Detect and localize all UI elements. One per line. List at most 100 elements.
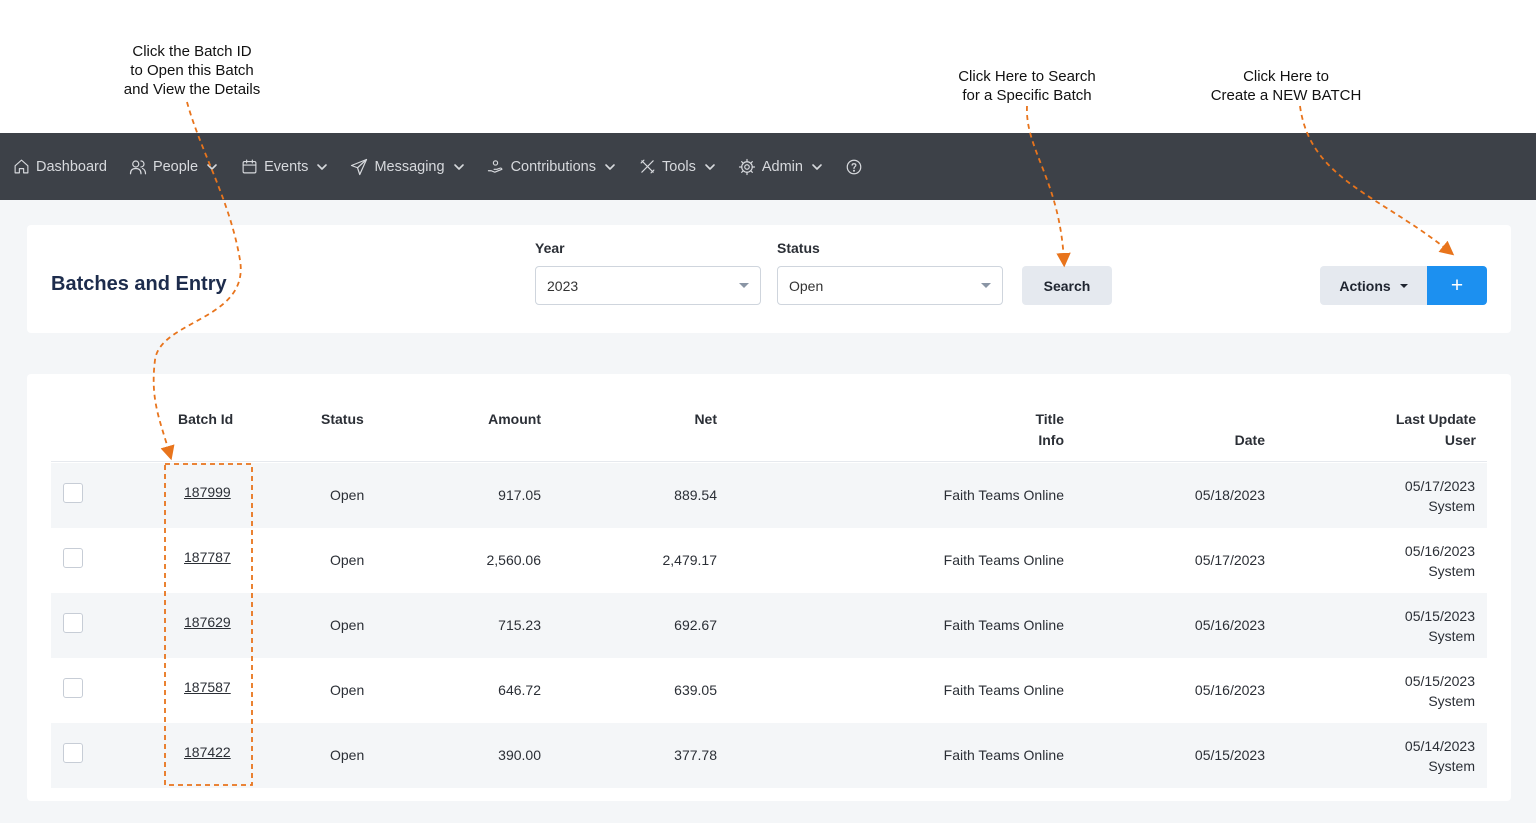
nav-item-events[interactable]: Events: [240, 158, 328, 176]
column-header-net[interactable]: Net: [694, 409, 717, 430]
annotation-batch-id: Click the Batch ID to Open this Batch an…: [92, 42, 292, 99]
annotation-line: for a Specific Batch: [962, 87, 1092, 104]
last-update-date: 05/16/2023: [1404, 543, 1475, 559]
status-cell: Open: [330, 617, 365, 633]
plus-icon: +: [1450, 274, 1464, 297]
date-cell: 05/16/2023: [1194, 617, 1265, 633]
status-cell: Open: [330, 747, 365, 763]
table-row: 187587 Open 646.72 639.05 Faith Teams Online…: [51, 658, 1487, 723]
nav-label: People: [152, 158, 199, 175]
chevron-down-icon: [206, 161, 218, 173]
last-update-date: 05/14/2023: [1404, 738, 1475, 754]
nav-label: Tools: [662, 158, 696, 175]
top-navbar: Dashboard People Events Messaging Contri…: [0, 133, 1536, 200]
annotation-line: Click Here to Search: [958, 68, 1096, 85]
date-cell: 05/16/2023: [1194, 682, 1265, 698]
page-title: Batches and Entry: [51, 273, 227, 295]
batch-id-link[interactable]: 187999: [184, 484, 231, 500]
header-divider: [51, 461, 1487, 462]
nav-label: Events: [264, 158, 309, 175]
last-update-user: System: [1428, 498, 1475, 514]
row-checkbox[interactable]: [63, 548, 83, 568]
last-update-user-cell: 05/17/2023 System: [1405, 476, 1475, 516]
status-cell: Open: [330, 487, 365, 503]
nav-item-contributions[interactable]: Contributions: [487, 158, 616, 176]
column-header-amount[interactable]: Amount: [488, 409, 541, 430]
amount-cell: 917.05: [498, 487, 541, 503]
home-icon: [12, 158, 30, 176]
amount-cell: 715.23: [498, 617, 541, 633]
row-checkbox[interactable]: [63, 613, 83, 633]
title-info-cell: Faith Teams Online: [943, 552, 1064, 568]
net-cell: 2,479.17: [662, 552, 718, 568]
calendar-icon: [240, 158, 258, 176]
page-content: Batches and Entry Year 2023 Status Open …: [0, 200, 1536, 823]
annotation-line: Create a NEW BATCH: [1210, 87, 1362, 104]
date-cell: 05/17/2023: [1194, 552, 1265, 568]
annotation-line: and View the Details: [123, 81, 261, 98]
annotation-new-batch: Click Here to Create a NEW BATCH: [1186, 67, 1386, 105]
last-update-user: System: [1428, 758, 1475, 774]
nav-item-tools[interactable]: Tools: [638, 158, 716, 176]
gear-icon: [738, 158, 756, 176]
search-button[interactable]: Search: [1022, 266, 1112, 305]
amount-cell: 646.72: [498, 682, 541, 698]
status-label: Status: [777, 240, 820, 256]
amount-cell: 2,560.06: [486, 552, 542, 568]
nav-item-admin[interactable]: Admin: [738, 158, 823, 176]
nav-label: Admin: [761, 158, 803, 175]
year-select-value: 2023: [547, 277, 579, 294]
batch-id-link[interactable]: 187629: [184, 614, 231, 630]
table-row: 187999 Open 917.05 889.54 Faith Teams Online…: [51, 463, 1487, 528]
table-row: 187787 Open 2,560.06 2,479.17 Faith Teams On…: [51, 528, 1487, 593]
last-update-user: System: [1428, 628, 1475, 644]
column-header-title-info[interactable]: Title Info: [1035, 409, 1064, 451]
column-header-line: Last Update: [1395, 411, 1476, 427]
batch-id-link[interactable]: 187587: [184, 679, 231, 695]
year-label: Year: [535, 240, 565, 256]
last-update-date: 05/17/2023: [1404, 478, 1475, 494]
status-cell: Open: [330, 552, 365, 568]
annotation-line: Click the Batch ID: [132, 43, 252, 60]
net-cell: 377.78: [674, 747, 717, 763]
batch-id-link[interactable]: 187787: [184, 549, 231, 565]
actions-button-label: Actions: [1339, 277, 1391, 294]
nav-item-messaging[interactable]: Messaging: [350, 158, 464, 176]
row-checkbox[interactable]: [63, 483, 83, 503]
last-update-user: System: [1428, 693, 1475, 709]
add-batch-button[interactable]: +: [1427, 266, 1487, 305]
column-header-last-update-user[interactable]: Last Update User: [1396, 409, 1476, 451]
tools-icon: [638, 158, 656, 176]
net-cell: 889.54: [674, 487, 717, 503]
paper-plane-icon: [350, 158, 368, 176]
chevron-down-icon: [704, 161, 716, 173]
nav-label: Messaging: [374, 158, 445, 175]
title-info-cell: Faith Teams Online: [943, 487, 1064, 503]
column-header-date[interactable]: Date: [1235, 430, 1265, 451]
column-header-status[interactable]: Status: [321, 409, 364, 430]
chevron-down-icon: [604, 161, 616, 173]
column-header-line: Info: [1038, 432, 1064, 448]
people-icon: [129, 158, 147, 176]
help-button[interactable]: [845, 158, 869, 176]
date-cell: 05/15/2023: [1194, 747, 1265, 763]
status-select[interactable]: Open: [777, 266, 1003, 305]
nav-item-dashboard[interactable]: Dashboard: [12, 158, 107, 176]
nav-label: Dashboard: [36, 158, 107, 175]
row-checkbox[interactable]: [63, 743, 83, 763]
help-circle-icon: [845, 158, 863, 176]
caret-down-icon: [1399, 283, 1408, 288]
last-update-user-cell: 05/15/2023 System: [1405, 671, 1475, 711]
row-checkbox[interactable]: [63, 678, 83, 698]
nav-item-people[interactable]: People: [129, 158, 218, 176]
batch-id-link[interactable]: 187422: [184, 744, 231, 760]
actions-dropdown-button[interactable]: Actions: [1320, 266, 1427, 305]
annotation-search: Click Here to Search for a Specific Batc…: [927, 67, 1127, 105]
column-header-batch-id[interactable]: Batch Id: [178, 409, 233, 430]
last-update-date: 05/15/2023: [1404, 673, 1475, 689]
status-cell: Open: [330, 682, 365, 698]
year-select[interactable]: 2023: [535, 266, 761, 305]
annotation-line: Click Here to: [1243, 68, 1329, 85]
nav-label: Contributions: [510, 158, 596, 175]
last-update-user-cell: 05/15/2023 System: [1405, 606, 1475, 646]
